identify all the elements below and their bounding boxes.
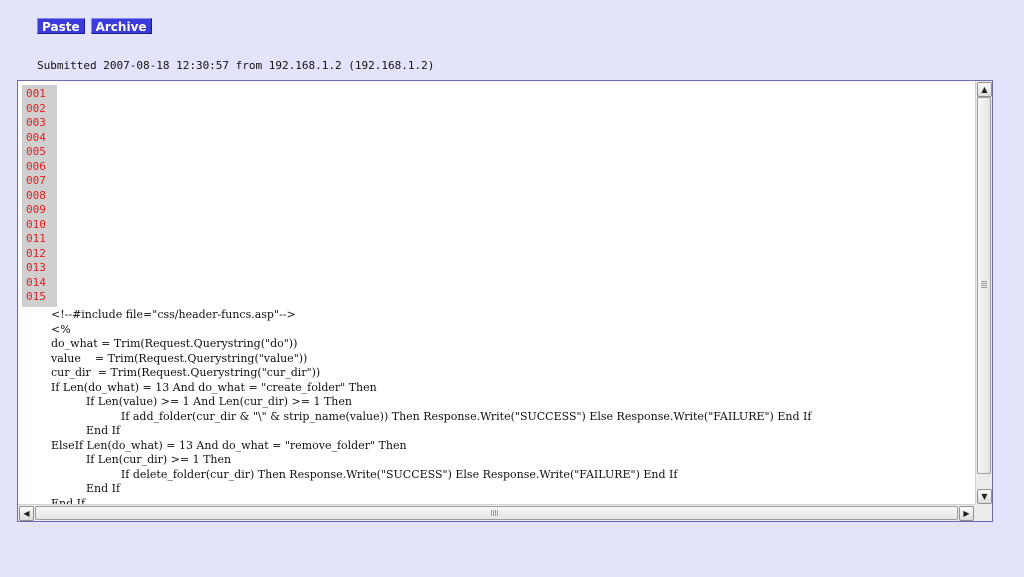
chevron-down-icon: ▼ <box>981 492 988 501</box>
code-line: If delete_folder(cur_dir) Then Response.… <box>44 467 678 481</box>
code-line: If Len(cur_dir) >= 1 Then <box>44 453 232 466</box>
grip-icon <box>981 281 987 288</box>
line-number: 015 <box>26 290 46 303</box>
line-number: 012 <box>26 246 46 260</box>
code-line: value = Trim(Request.Querystring("value"… <box>44 351 308 365</box>
scroll-right-button[interactable]: ▶ <box>959 506 974 521</box>
scroll-left-button[interactable]: ◀ <box>19 506 34 521</box>
line-number: 005 <box>26 145 46 158</box>
code-line: <!--#include file="css/header-funcs.asp"… <box>44 308 296 321</box>
code-body: <!--#include file="css/header-funcs.asp"… <box>44 308 811 505</box>
code-line: End If <box>44 424 121 437</box>
code-line: If add_folder(cur_dir & "\" & strip_name… <box>44 409 812 423</box>
submission-info: Submitted 2007-08-18 12:30:57 from 192.1… <box>37 59 435 72</box>
chevron-right-icon: ▶ <box>963 509 970 518</box>
code-line: cur_dir = Trim(Request.Querystring("cur_… <box>44 366 321 379</box>
line-number: 006 <box>26 159 46 173</box>
line-number: 008 <box>26 188 46 202</box>
line-number: 003 <box>26 116 46 129</box>
horizontal-scrollbar[interactable]: ◀ ▶ <box>18 504 976 521</box>
line-number: 002 <box>26 101 46 115</box>
code-line: <% <box>44 322 71 336</box>
code-view: 001 002 003 004 005 006 007 008 009 010 011 012 013 0… <box>17 80 993 522</box>
scrollbar-corner <box>975 504 992 521</box>
code-line: ElseIf Len(do_what) = 13 And do_what = "… <box>44 438 407 452</box>
code-line: If Len(value) >= 1 And Len(cur_dir) >= 1… <box>44 395 352 408</box>
nav-bar: Paste Archive <box>37 18 152 34</box>
vertical-scroll-thumb[interactable] <box>977 97 991 474</box>
chevron-up-icon: ▲ <box>981 85 988 94</box>
paste-link[interactable]: Paste <box>37 18 85 34</box>
grip-icon <box>491 510 498 516</box>
line-number: 010 <box>26 217 46 231</box>
line-number: 009 <box>26 203 46 216</box>
line-number: 014 <box>26 275 46 289</box>
code-line: If Len(do_what) = 13 And do_what = "crea… <box>44 380 377 394</box>
line-number: 007 <box>26 174 46 187</box>
code-line: End If <box>44 482 121 495</box>
code-viewport: 001 002 003 004 005 006 007 008 009 010 011 012 013 0… <box>18 81 976 505</box>
archive-link[interactable]: Archive <box>90 18 152 34</box>
scroll-down-button[interactable]: ▼ <box>977 489 992 504</box>
line-number: 011 <box>26 232 46 245</box>
chevron-left-icon: ◀ <box>23 509 30 518</box>
line-number-gutter: 001 002 003 004 005 006 007 008 009 010 011 012 013 0… <box>22 85 57 307</box>
scroll-up-button[interactable]: ▲ <box>977 82 992 97</box>
vertical-scrollbar[interactable]: ▲ ▼ <box>975 81 992 505</box>
line-number: 001 <box>26 87 46 100</box>
horizontal-scroll-thumb[interactable] <box>35 506 958 520</box>
line-number: 004 <box>26 130 46 144</box>
code-line: do_what = Trim(Request.Querystring("do")… <box>44 337 298 350</box>
line-number: 013 <box>26 261 46 274</box>
